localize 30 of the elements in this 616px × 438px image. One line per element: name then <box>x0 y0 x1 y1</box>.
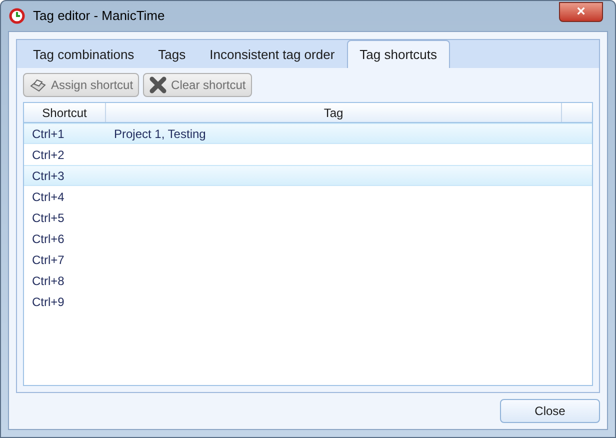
table-cell-text: Ctrl+7 <box>31 252 66 268</box>
tab[interactable]: Tags <box>146 42 198 68</box>
tab[interactable]: Tag shortcuts <box>346 40 450 68</box>
table-row[interactable]: Ctrl+6 <box>24 228 592 249</box>
column-header[interactable]: Shortcut <box>24 103 106 122</box>
tab[interactable]: Tag combinations <box>21 42 146 68</box>
table-row[interactable]: Ctrl+3 <box>24 165 592 186</box>
table-cell-text: Ctrl+6 <box>31 230 66 248</box>
table-row[interactable]: Ctrl+8 <box>24 270 592 291</box>
table-cell-text: Ctrl+2 <box>31 146 66 164</box>
keyboard-key-icon <box>29 77 47 93</box>
window-title: Tag editor - ManicTime <box>33 7 165 26</box>
clock-logo-icon <box>9 8 25 24</box>
table-cell-text: Ctrl+1 <box>31 126 66 142</box>
table-row[interactable]: Ctrl+5 <box>24 207 592 228</box>
table-cell-text: Ctrl+9 <box>31 294 66 310</box>
table-cell-text: Project 1, Testing <box>113 126 206 142</box>
table-cell-text: Ctrl+8 <box>31 272 66 290</box>
table-row[interactable]: Ctrl+2 <box>24 144 592 165</box>
table-cell-text: Ctrl+4 <box>31 188 66 206</box>
column-header[interactable]: Tag <box>106 103 562 122</box>
table-row[interactable]: Ctrl+9 <box>24 291 592 312</box>
tab[interactable]: Inconsistent tag order <box>198 42 347 68</box>
table-row[interactable]: Ctrl+7 <box>24 249 592 270</box>
table-cell-text: Ctrl+5 <box>31 210 66 226</box>
table-row[interactable]: Ctrl+4 <box>24 186 592 207</box>
table-cell-text: Ctrl+3 <box>31 168 66 184</box>
table-row[interactable]: Ctrl+1 Project 1, Testing <box>24 123 592 144</box>
x-icon <box>149 76 168 94</box>
close-dialog-button[interactable]: Close <box>500 399 600 423</box>
